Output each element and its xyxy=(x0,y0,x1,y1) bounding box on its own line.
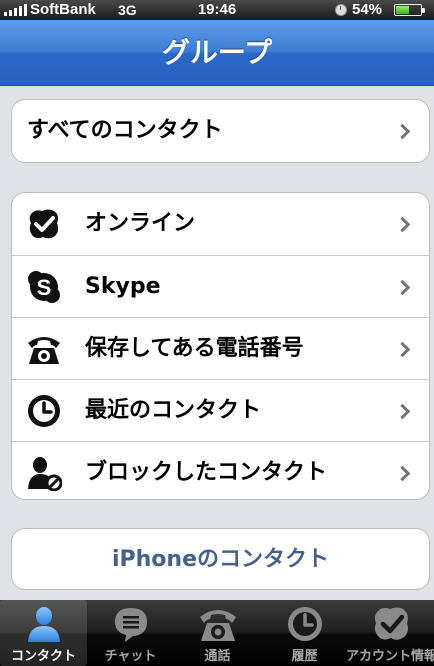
group-row-blocked[interactable]: ブロックしたコンタクト xyxy=(12,441,429,499)
chevron-right-icon xyxy=(394,123,411,140)
tab-call[interactable]: 通話 xyxy=(174,600,261,666)
phone-icon xyxy=(198,604,238,644)
lock-rotation-icon xyxy=(335,4,347,16)
chat-bubble-icon xyxy=(111,604,151,644)
group-row-recent[interactable]: 最近のコンタクト xyxy=(12,379,429,441)
group-label-recent: 最近のコンタクト xyxy=(85,398,262,423)
tab-bar: コンタクト チャット 通話 履歴 アカウント情報 xyxy=(0,600,434,666)
tab-chat[interactable]: チャット xyxy=(87,600,174,666)
chevron-right-icon xyxy=(394,465,411,482)
chevron-right-icon xyxy=(394,341,411,358)
online-check-icon xyxy=(26,206,62,242)
battery-fill xyxy=(396,6,409,14)
page-title: グループ xyxy=(161,36,273,69)
tab-account[interactable]: アカウント情報 xyxy=(346,600,434,666)
chevron-right-icon xyxy=(394,279,411,296)
group-label-saved-numbers: 保存してある電話番号 xyxy=(85,336,304,361)
blocked-user-icon xyxy=(26,455,62,491)
group-row-saved-numbers[interactable]: 保存してある電話番号 xyxy=(12,317,429,379)
contacts-person-icon xyxy=(24,604,64,644)
clock-icon xyxy=(26,393,62,429)
navigation-bar: グループ xyxy=(0,20,434,86)
chevron-right-icon xyxy=(394,216,411,233)
tab-label-account: アカウント情報 xyxy=(345,649,434,664)
group-label-online: オンライン xyxy=(85,211,196,236)
status-bar: SoftBank 3G 19:46 54% xyxy=(0,0,434,20)
all-contacts-label: すべてのコンタクト xyxy=(27,118,223,143)
tab-history[interactable]: 履歴 xyxy=(261,600,348,666)
telephone-icon xyxy=(26,331,62,367)
battery-icon xyxy=(394,4,425,16)
tab-contacts[interactable]: コンタクト xyxy=(0,600,87,666)
iphone-contacts-button[interactable]: iPhoneのコンタクト xyxy=(11,528,430,590)
account-check-icon xyxy=(372,604,412,644)
iphone-contacts-label: iPhoneのコンタクト xyxy=(111,547,330,572)
svg-text:S: S xyxy=(37,275,52,300)
contact-groups-list: オンライン S Skype 保存してある電話番号 最近のコンタクト ブロックした… xyxy=(11,192,430,500)
all-contacts-group: すべてのコンタクト xyxy=(11,99,430,163)
group-label-skype: Skype xyxy=(85,274,161,299)
history-clock-icon xyxy=(285,604,325,644)
group-row-skype[interactable]: S Skype xyxy=(12,255,429,317)
battery-percent: 54% xyxy=(352,1,383,18)
chevron-right-icon xyxy=(394,403,411,420)
group-row-online[interactable]: オンライン xyxy=(12,193,429,255)
all-contacts-row[interactable]: すべてのコンタクト xyxy=(12,100,429,162)
group-label-blocked: ブロックしたコンタクト xyxy=(85,460,328,485)
skype-icon: S xyxy=(26,269,62,305)
iphone-contacts-row[interactable]: iPhoneのコンタクト xyxy=(12,529,429,589)
